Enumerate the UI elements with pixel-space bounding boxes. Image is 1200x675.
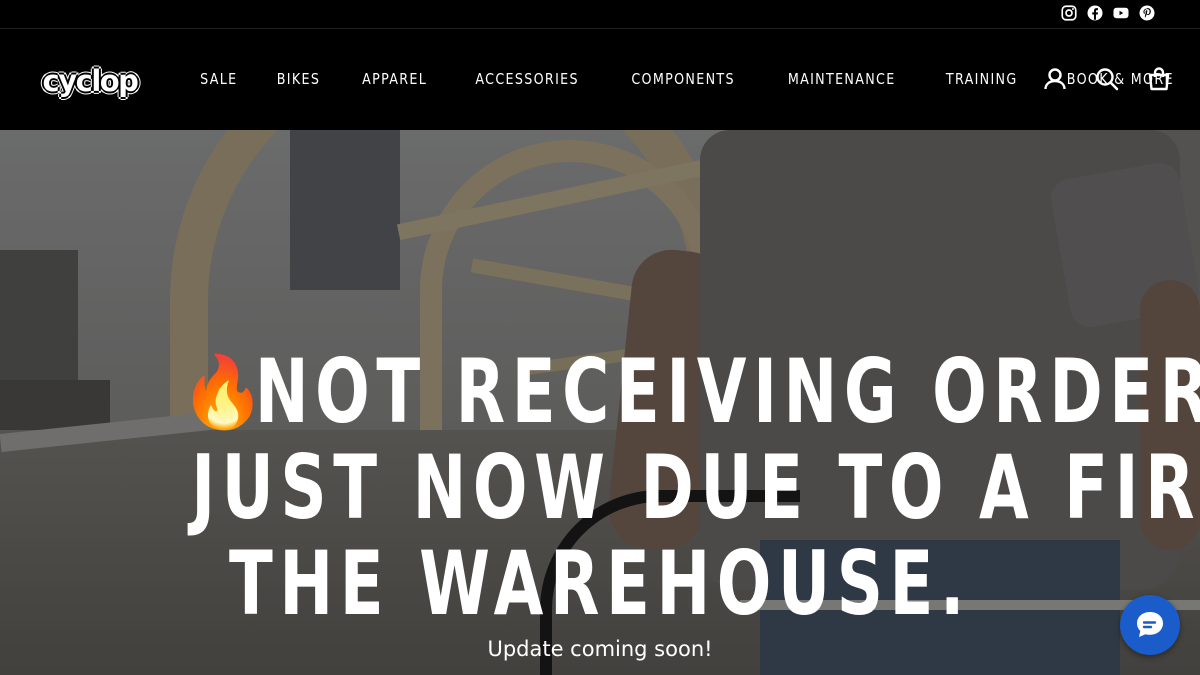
pinterest-icon[interactable] bbox=[1138, 4, 1156, 22]
headline-line-3: THE WAREHOUSE. bbox=[229, 532, 971, 635]
chat-icon bbox=[1137, 612, 1163, 637]
nav-item-accessories[interactable]: ACCESSORIES bbox=[463, 68, 591, 90]
social-bar bbox=[0, 0, 1200, 29]
hero-headline: 🔥NOT RECEIVING ORDERS JUST NOW DUE TO A … bbox=[40, 344, 1200, 635]
header-actions bbox=[1042, 66, 1172, 92]
nav-item-training[interactable]: TRAINING bbox=[933, 68, 1029, 90]
search-icon[interactable] bbox=[1094, 66, 1120, 92]
headline-line-2: JUST NOW DUE TO A FIRE IN bbox=[191, 436, 1200, 539]
facebook-icon[interactable] bbox=[1086, 4, 1104, 22]
youtube-icon[interactable] bbox=[1112, 4, 1130, 22]
instagram-icon[interactable] bbox=[1060, 4, 1078, 22]
nav-item-sale[interactable]: SALE bbox=[188, 68, 250, 90]
hero-banner: 🔥NOT RECEIVING ORDERS JUST NOW DUE TO A … bbox=[0, 130, 1200, 675]
account-icon[interactable] bbox=[1042, 66, 1068, 92]
hero-subheading: Update coming soon! bbox=[487, 637, 713, 661]
chat-button[interactable] bbox=[1120, 595, 1180, 655]
nav-item-components[interactable]: COMPONENTS bbox=[619, 68, 747, 90]
fire-emoji: 🔥 bbox=[179, 351, 267, 433]
headline-text-1: NOT RECEIVING ORDERS bbox=[254, 340, 1200, 443]
logo-text: cyclop bbox=[42, 64, 139, 98]
nav-item-apparel[interactable]: APPAREL bbox=[349, 68, 439, 90]
site-logo[interactable]: cyclop bbox=[38, 62, 142, 100]
cart-icon[interactable] bbox=[1146, 66, 1172, 92]
nav-item-bikes[interactable]: BIKES bbox=[264, 68, 332, 90]
social-links bbox=[1060, 4, 1156, 22]
site-header: cyclop SALE BIKES APPAREL ACCESSORIES CO… bbox=[0, 30, 1200, 130]
headline-line-1: 🔥NOT RECEIVING ORDERS bbox=[180, 344, 1200, 440]
nav-item-maintenance[interactable]: MAINTENANCE bbox=[776, 68, 908, 90]
